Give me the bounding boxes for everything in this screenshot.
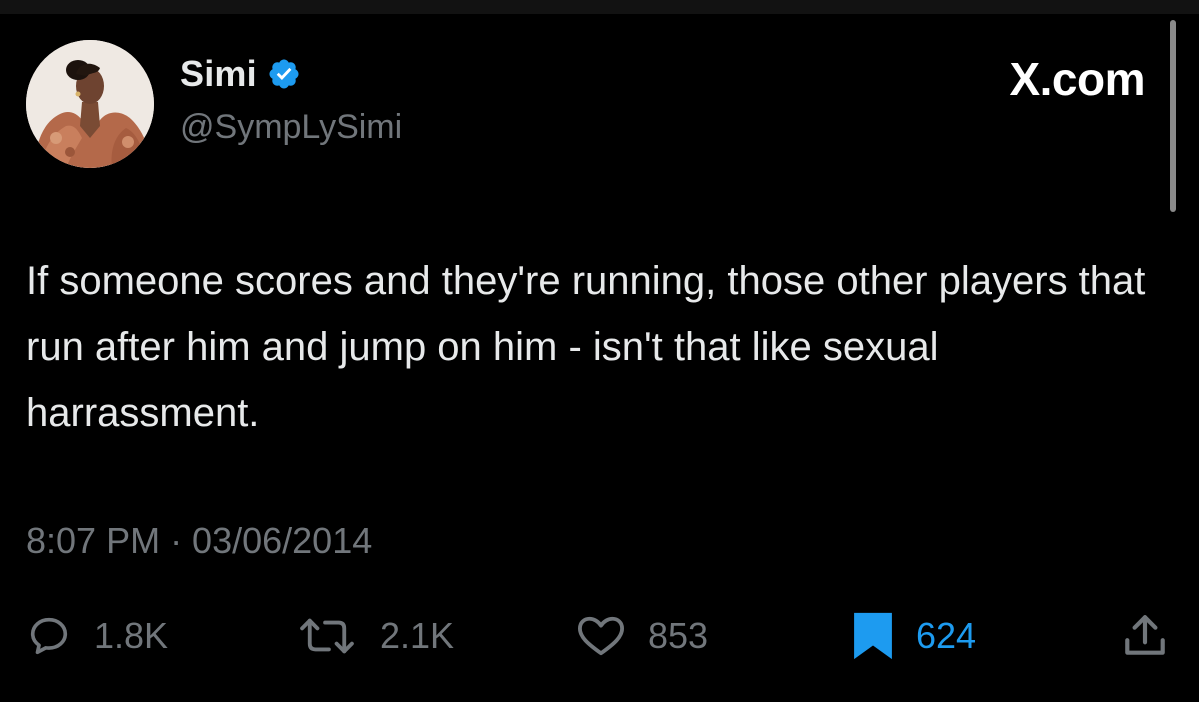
repost-button[interactable]: 2.1K [296, 606, 454, 666]
like-button[interactable]: 853 [576, 606, 708, 666]
tweet-text: If someone scores and they're running, t… [26, 259, 1146, 435]
top-bar [0, 0, 1199, 14]
repost-icon [300, 618, 354, 654]
verified-badge-icon [267, 57, 301, 91]
share-button[interactable] [1120, 606, 1170, 666]
action-bar: 1.8K 2.1K 853 624 [0, 606, 1199, 666]
author-name-row[interactable]: Simi [180, 50, 301, 98]
share-icon [1125, 615, 1165, 655]
avatar[interactable] [26, 40, 154, 168]
reply-button[interactable]: 1.8K [26, 606, 168, 666]
bookmark-icon [854, 612, 892, 660]
author-display-name[interactable]: Simi [180, 53, 257, 95]
like-count: 853 [648, 615, 709, 656]
bookmark-button[interactable]: 624 [852, 606, 976, 666]
scrollbar[interactable] [1170, 20, 1176, 212]
heart-icon [578, 616, 624, 656]
repost-count: 2.1K [380, 615, 455, 656]
reply-count: 1.8K [94, 615, 169, 656]
site-label: X.com [1009, 53, 1145, 105]
tweet-timestamp[interactable]: 8:07 PM · 03/06/2014 [26, 520, 372, 562]
reply-icon [30, 617, 68, 655]
author-handle[interactable]: @SympLySimi [180, 108, 402, 147]
profile-photo-icon [26, 40, 154, 168]
bookmark-count: 624 [916, 615, 977, 656]
